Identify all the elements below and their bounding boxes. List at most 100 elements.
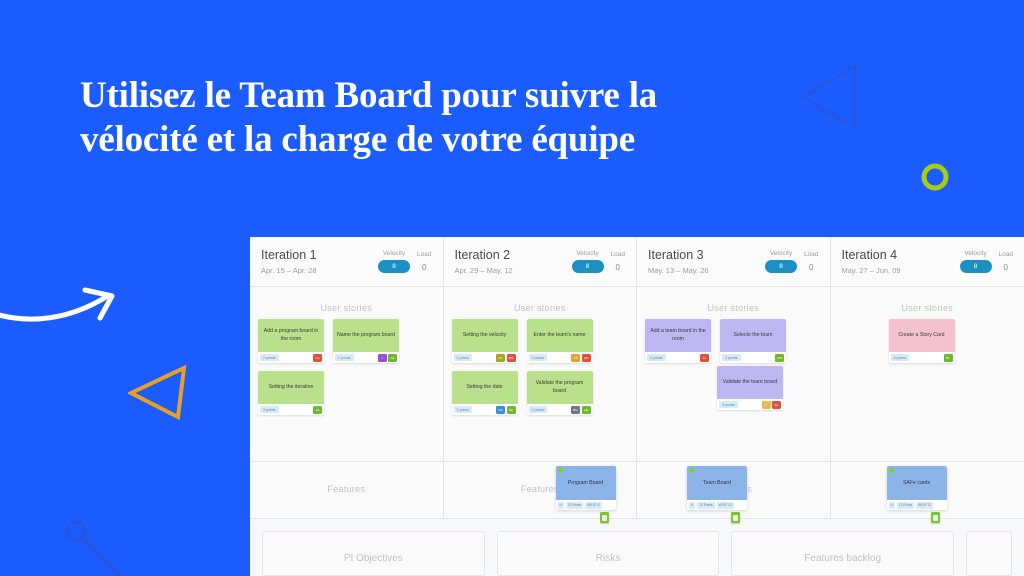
curved-arrow-white-icon [0, 287, 115, 322]
iteration-title-group: Iteration 2 Apr. 29 – May. 12 [455, 248, 565, 275]
bottom-panel-label: Risks [595, 553, 621, 564]
load-value: 0 [422, 263, 427, 272]
iteration-header: Iteration 4 May. 27 – Jun. 09 Velocity 8 Loa… [830, 237, 1024, 287]
story-card-title: Validate the program board [535, 379, 584, 394]
story-chip-group: = AA [377, 353, 397, 362]
story-chip[interactable]: LG [313, 353, 322, 362]
feature-card[interactable]: Team Board H 12 Points WSJF 12 [687, 466, 747, 510]
velocity-value: 8 [378, 260, 411, 273]
story-points: 3 points [890, 354, 910, 361]
story-card-footer: 3 points RL [888, 352, 955, 363]
story-chip-group: CB AA [571, 353, 591, 362]
story-card-footer: 1 points KB NH [451, 404, 518, 415]
bottom-panel-3[interactable]: Features backlog [731, 531, 955, 576]
story-chip[interactable]: AA [313, 405, 322, 414]
velocity-label: Velocity [576, 250, 599, 257]
feature-drag-handle[interactable] [731, 512, 740, 523]
story-points: 3 points [719, 401, 738, 408]
velocity-metric[interactable]: Velocity 8 [959, 250, 992, 273]
story-chip[interactable]: FL [700, 353, 709, 362]
story-chip[interactable]: CB [571, 353, 580, 362]
user-stories-zone: User stories Setting the velocity 2 points… [443, 287, 636, 462]
story-chip[interactable]: BM [571, 405, 580, 414]
story-points: 2 points [528, 406, 548, 413]
story-card-title: Name the program board [337, 331, 395, 338]
story-chip[interactable]: RL [943, 353, 953, 362]
story-card-footer: 3 points □ KL [717, 399, 783, 410]
story-chip-group: RL [943, 353, 953, 362]
story-chip[interactable]: AA [496, 353, 505, 362]
story-card[interactable]: Selecte the team 2 points GM [720, 319, 786, 363]
feature-card-title: Team Board [703, 480, 731, 486]
feature-card-footer: H 12 Points WSJF 12 [687, 500, 747, 510]
story-card-footer: 2 points FL [645, 352, 711, 363]
story-chip[interactable]: KB [496, 405, 505, 414]
load-value: 0 [615, 263, 620, 272]
feature-card[interactable]: Program Board H 12 Points WSJF 12 [555, 466, 616, 510]
velocity-label: Velocity [769, 250, 793, 257]
bottom-panel-label: PI Objectives [343, 553, 403, 564]
iteration-dates: May. 27 – Jun. 09 [841, 265, 901, 275]
story-card[interactable]: Name the program board 1 points = AA [333, 319, 399, 363]
iteration-title-group: Iteration 4 May. 27 – Jun. 09 [842, 248, 953, 275]
story-chip[interactable]: AM [581, 405, 591, 414]
story-chip[interactable]: GM [775, 353, 784, 362]
story-card[interactable]: Validate the team board 3 points □ KL [717, 366, 783, 410]
feature-drag-handle[interactable] [930, 512, 940, 523]
feature-status-dot-icon [888, 468, 894, 473]
story-chip-group: LG [313, 353, 322, 362]
story-card-footer: 2 points GM [720, 352, 786, 363]
page-title-line-2: vélocité et la charge de votre équipe [80, 119, 635, 161]
bottom-panel-1[interactable]: PI Objectives [262, 531, 485, 576]
feature-tag: H [888, 501, 895, 509]
story-card-list: Add a program board in the room 2 points L… [250, 309, 443, 415]
story-card[interactable]: Setting the velocity 2 points AA MN [451, 319, 518, 363]
story-card-footer: 2 points CB AA [526, 352, 593, 363]
story-chip[interactable]: = [377, 353, 387, 362]
iteration-dates: Apr. 15 – Apr. 28 [261, 265, 317, 275]
story-card[interactable]: Create a Story Card 3 points RL [888, 319, 955, 363]
page-title-line-1: Utilisez le Team Board pour suivre la [80, 75, 658, 116]
story-points: 2 points [260, 354, 279, 361]
story-card[interactable]: Setting the iteration 3 points AA [258, 371, 324, 415]
team-board: Iteration 1 Apr. 15 – Apr. 28 Velocity 8 Loa… [250, 237, 1024, 576]
story-card[interactable]: Add a team board in the room 2 points FL [645, 319, 711, 363]
feature-drag-handle[interactable] [599, 512, 609, 523]
iterations-grid: Iteration 1 Apr. 15 – Apr. 28 Velocity 8 Loa… [250, 237, 1024, 523]
load-value: 0 [1003, 263, 1008, 272]
story-chip[interactable]: KL [772, 400, 781, 409]
feature-status-dot-icon [689, 468, 694, 473]
story-card[interactable]: Add a program board in the room 2 points L… [258, 319, 324, 363]
feature-tag: H [689, 501, 696, 509]
story-chip-group: □ KL [761, 400, 781, 409]
iteration-column-3: Iteration 3 May. 13 – May. 26 Velocity 8 Loa… [637, 237, 831, 523]
story-chip[interactable]: AA [581, 353, 591, 362]
story-chip[interactable]: NH [506, 405, 516, 414]
velocity-label: Velocity [964, 250, 987, 257]
story-card[interactable]: Validate the program board 2 points BM AM [526, 371, 593, 415]
story-card-footer: 2 points LG [258, 352, 324, 363]
load-metric: Load 0 [804, 251, 818, 272]
features-zone: FeaturesSAFe cardsH12 PointsWSJF 12 [830, 462, 1024, 523]
feature-tag: WSJF 12 [716, 501, 734, 509]
velocity-metric[interactable]: Velocity 8 [378, 250, 411, 273]
features-zone: FeaturesTeam BoardH12 PointsWSJF 12 [637, 462, 830, 523]
triangle-outline-orange-icon [128, 365, 187, 420]
bottom-panel-4[interactable] [966, 531, 1013, 576]
load-label: Load [804, 251, 819, 258]
velocity-metric[interactable]: Velocity 8 [765, 250, 798, 273]
story-chip[interactable]: MN [506, 353, 516, 362]
story-chip-group: FL [700, 353, 709, 362]
story-chip[interactable]: □ [761, 400, 771, 409]
story-card-title: Enter the team's name [533, 331, 586, 338]
story-card-footer: 2 points AA MN [451, 352, 518, 363]
story-chip[interactable]: AA [388, 353, 397, 362]
velocity-metric[interactable]: Velocity 8 [571, 250, 604, 273]
story-card-title: Validate the team board [722, 378, 778, 385]
bottom-panel-2[interactable]: Risks [496, 531, 720, 576]
load-value: 0 [809, 263, 814, 272]
story-card[interactable]: Setting the date 1 points KB NH [451, 371, 518, 415]
story-card[interactable]: Enter the team's name 2 points CB AA [526, 319, 593, 363]
story-card-footer: 1 points = AA [333, 352, 399, 363]
feature-card[interactable]: SAFe cards H 12 Points WSJF 12 [886, 466, 947, 510]
